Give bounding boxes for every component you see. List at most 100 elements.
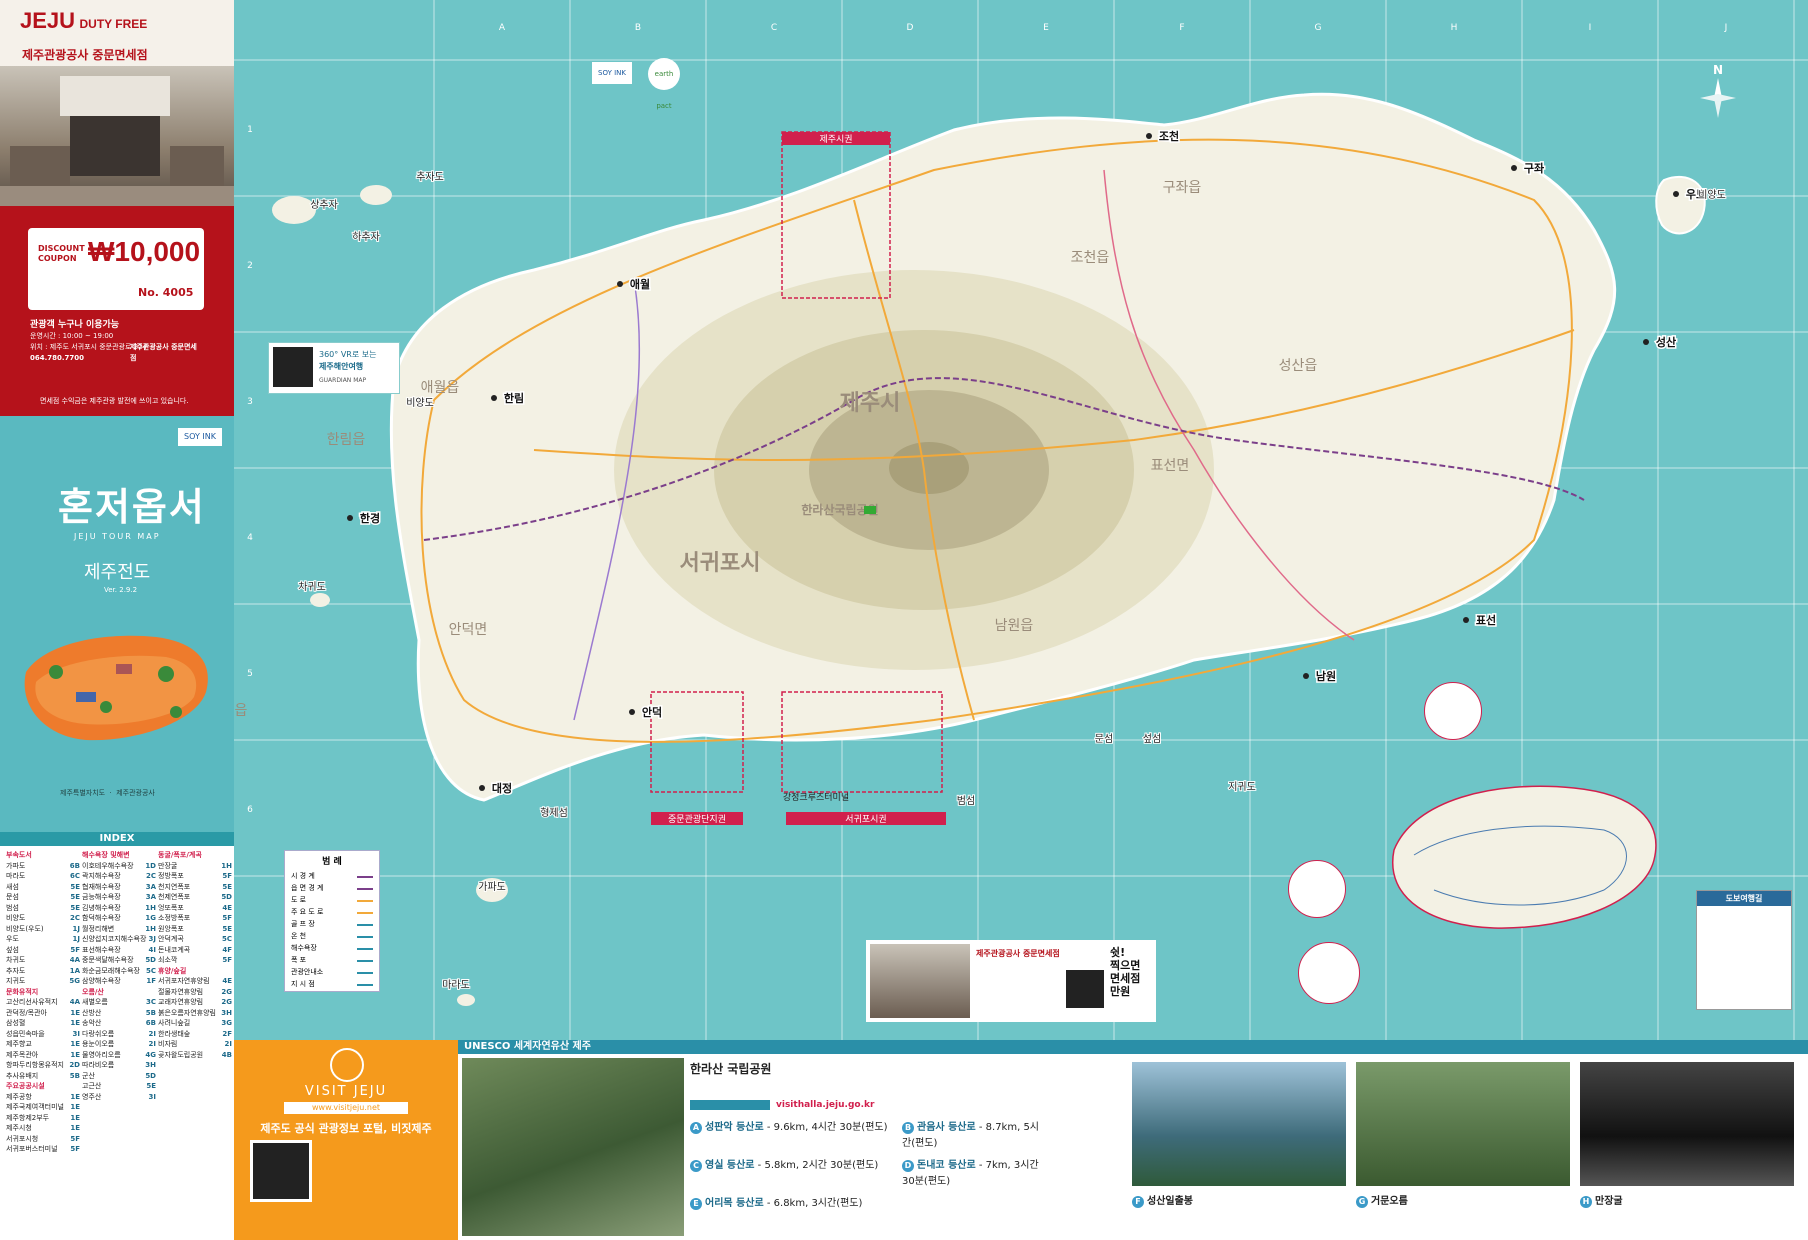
legend-item: 주 요 도 로 [285,906,379,918]
index-entry[interactable]: 비양도 2C [6,913,80,924]
index-entry[interactable]: 제주공항 1E [6,1092,80,1103]
index-entry-name: 추자도 [6,966,26,975]
trail-badge: C [690,1160,702,1172]
index-entry-grid: 1F [146,977,156,985]
reservation-badge [690,1100,770,1110]
index-entry[interactable]: 곶자왈도립공원 4B [158,1050,232,1061]
index-entry[interactable]: 교래자연휴양림 2G [158,997,232,1008]
duty-free-ad[interactable]: 제주관광공사 중문면세점 쉿! 찍으면 면세점 만원 [866,940,1156,1022]
index-entry[interactable]: 월정리해변 1H [82,924,156,935]
index-entry[interactable]: 한라생태숲 2F [158,1029,232,1040]
index-entry[interactable]: 서귀포버스터미널 5F [6,1144,80,1155]
vr-qr-code[interactable] [273,347,313,387]
index-entry-grid: 1A [69,966,80,975]
index-entry[interactable]: 신양섭지코지해수욕장 3J [82,934,156,945]
index-entry[interactable]: 절물자연휴양림 2G [158,987,232,998]
index-entry[interactable]: 이호테우해수욕장 1D [82,861,156,872]
index-entry[interactable]: 안덕계곡 5C [158,934,232,945]
jeju-map[interactable]: 제주시권 중문관광단지권 서귀포시권 제주시서귀포시한라산국립공원애월읍한림읍한… [234,0,1808,1040]
site-name: 만장굴 [1595,1196,1623,1207]
index-entry[interactable]: 사려니숲길 3G [158,1018,232,1029]
index-entry[interactable]: 영주산 3I [82,1092,156,1103]
index-entry-name: 송악산 [82,1019,102,1027]
visit-jeju-url[interactable]: www.visitjeju.net [284,1102,408,1114]
duty-free-banner[interactable]: JEJU DUTY FREE 제주관광공사 중문면세점 [0,0,234,206]
index-entry[interactable]: 물영아리오름 4G [82,1050,156,1061]
index-entry[interactable]: 제주시청 1E [6,1123,80,1134]
index-title: INDEX [0,832,234,846]
index-entry[interactable]: 원앙폭포 5E [158,924,232,935]
index-entry-name: 섶섬 [6,945,19,954]
index-entry[interactable]: 만장굴 1H [158,861,232,872]
unesco-sites: F 성산일출봉 G 거문오름 H 만장굴 [1128,1058,1808,1240]
visit-jeju-qr-code[interactable] [250,1140,312,1202]
index-entry[interactable]: 비자림 2I [158,1039,232,1050]
district-label: 대정읍 [234,703,247,719]
index-entry-name: 월정리해변 [82,924,115,933]
index-entry[interactable]: 소정방폭포 5F [158,913,232,924]
index-entry[interactable]: 섶섬 5F [6,945,80,956]
index-entry[interactable]: 따라비오름 3H [82,1060,156,1071]
index-entry[interactable]: 추사유배지 5B [6,1071,80,1082]
vr-coastal-tour-box[interactable]: 360° VR로 보는 제주해안여행 GUARDIAN MAP [268,342,400,394]
index-entry[interactable]: 삼양해수욕장 1F [82,976,156,987]
index-entry[interactable]: 새섬 5E [6,882,80,893]
index-entry[interactable]: 산방산 5B [82,1008,156,1019]
index-entry[interactable]: 관덕정/목관아 1E [6,1008,80,1019]
duty-free-qr-code[interactable] [1066,970,1104,1008]
chagwido-shape [310,593,330,607]
index-entry[interactable]: 제주향교 1E [6,1039,80,1050]
index-entry[interactable]: 정방폭포 5F [158,871,232,882]
index-entry[interactable]: 천지연폭포 5E [158,882,232,893]
index-entry[interactable]: 붉은오름자연휴양림 3H [158,1008,232,1019]
index-entry[interactable]: 서귀포시청 5F [6,1134,80,1145]
index-entry[interactable]: 추자도 1A [6,966,80,977]
district-label: 구좌읍 [1163,180,1202,196]
district-label: 조천읍 [1071,250,1110,266]
index-entry[interactable]: 송악산 6B [82,1018,156,1029]
index-entry[interactable]: 천제연폭포 5D [158,892,232,903]
vr-line-2: 제주해안여행 [319,362,364,371]
index-entry[interactable]: 중문색달해수욕장 5D [82,955,156,966]
district-label: 남원읍 [995,618,1034,634]
index-entry[interactable]: 항파두리항몽유적지 2D [6,1060,80,1071]
legend-item-label: 온 천 [291,932,307,940]
index-entry[interactable]: 쇠소깍 5F [158,955,232,966]
index-entry[interactable]: 삼성혈 1E [6,1018,80,1029]
index-entry[interactable]: 서귀포자연휴양림 4E [158,976,232,987]
index-entry[interactable]: 고근산 5E [82,1081,156,1092]
reservation-url[interactable]: visithalla.jeju.go.kr [776,1100,874,1110]
index-entry[interactable]: 우도 1J [6,934,80,945]
index-entry[interactable]: 범섬 5E [6,903,80,914]
index-entry[interactable]: 화순금모래해수욕장 5C [82,966,156,977]
index-entry[interactable]: 군산 5D [82,1071,156,1082]
index-entry[interactable]: 협재해수욕장 3A [82,882,156,893]
index-entry[interactable]: 문섬 5E [6,892,80,903]
index-column-1: 부속도서 가파도 6B 마라도 6C 새섬 5E 문섬 5E 범섬 5E 비양도 2C 비양도(우도) 1J… [6,850,80,1155]
index-entry[interactable]: 제주목관아 1E [6,1050,80,1061]
index-entry[interactable]: 마라도 6C [6,871,80,882]
index-entry-name: 소정방폭포 [158,914,191,922]
visit-jeju-panel[interactable]: VISIT JEJU www.visitjeju.net 제주도 공식 관광정보… [234,1040,458,1240]
index-entry[interactable]: 곽지해수욕장 2C [82,871,156,882]
index-entry[interactable]: 김녕해수욕장 1H [82,903,156,914]
index-entry[interactable]: 함덕해수욕장 1G [82,913,156,924]
index-entry-name: 곶자왈도립공원 [158,1050,204,1059]
index-entry[interactable]: 제주국제여객터미널 1E [6,1102,80,1113]
index-entry[interactable]: 가파도 6B [6,861,80,872]
index-entry[interactable]: 금능해수욕장 3A [82,892,156,903]
discount-coupon[interactable]: DISCOUNT COUPON ₩10,000 No. 4005 관광객 누구나… [0,206,234,416]
index-entry[interactable]: 새별오름 3C [82,997,156,1008]
index-entry[interactable]: 지귀도 5G [6,976,80,987]
index-entry-name: 붉은오름자연휴양림 [158,1008,216,1017]
index-entry[interactable]: 차귀도 4A [6,955,80,966]
index-entry[interactable]: 성읍민속마을 3I [6,1029,80,1040]
index-entry[interactable]: 엉또폭포 4E [158,903,232,914]
index-entry[interactable]: 비양도(우도) 1J [6,924,80,935]
index-entry[interactable]: 용눈이오름 2I [82,1039,156,1050]
index-entry[interactable]: 고산리선사유적지 4A [6,997,80,1008]
index-entry[interactable]: 제주항제2부두 1E [6,1113,80,1124]
index-entry[interactable]: 돈내코계곡 4F [158,945,232,956]
index-entry[interactable]: 표선해수욕장 4I [82,945,156,956]
index-entry[interactable]: 다랑쉬오름 2I [82,1029,156,1040]
